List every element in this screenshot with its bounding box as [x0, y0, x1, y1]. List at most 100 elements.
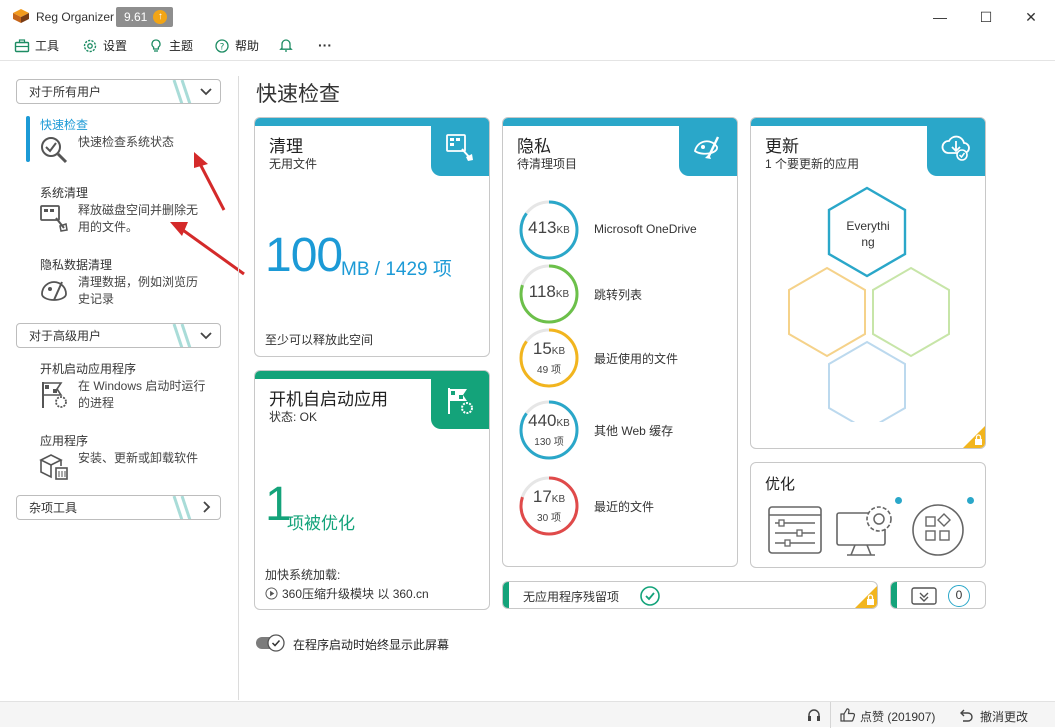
privacy-title: 隐私: [517, 137, 551, 156]
app-logo-icon: [13, 9, 29, 23]
privacy-item[interactable]: 413KB Microsoft OneDrive: [517, 198, 737, 262]
menu-theme[interactable]: 主题: [148, 37, 193, 54]
privacy-item-label: 跳转列表: [594, 288, 643, 302]
bell-icon: [279, 39, 293, 52]
cleanup-subtitle: 无用文件: [269, 157, 318, 171]
headset-icon[interactable]: [806, 707, 822, 723]
title-bar: Reg Organizer 9.61 ↑ — ☐ ✕: [0, 0, 1055, 34]
startup-card[interactable]: 开机自启动应用 状态: OK 1 项被优化 加快系统加载: 360压缩升级模块 …: [254, 370, 490, 610]
menu-theme-label: 主题: [169, 39, 194, 53]
sidebar-item-title: 快速检查: [40, 118, 89, 132]
privacy-item[interactable]: 440KB 130 项 其他 Web 缓存: [517, 398, 737, 462]
privacy-value-unit: KB: [556, 418, 570, 429]
startup-unit: 项被优化: [287, 514, 355, 533]
optimize-card[interactable]: 优化: [750, 462, 986, 568]
help-circle-icon: ?: [215, 38, 229, 53]
update-icon-box: [927, 118, 985, 176]
privacy-item-label: 最近的文件: [594, 500, 655, 514]
check-circle-icon: [640, 586, 660, 606]
update-title: 更新: [765, 137, 799, 156]
privacy-value-unit: KB: [551, 346, 566, 357]
privacy-item[interactable]: 17KB 30 项 最近的文件: [517, 474, 737, 538]
privacy-item-label: 最近使用的文件: [594, 352, 679, 366]
startup-footer-text: 360压缩升级模块 以 360.cn: [282, 587, 429, 601]
computer-gear-icon[interactable]: [835, 503, 899, 559]
lightbulb-icon: [151, 38, 161, 52]
privacy-value: 118KB: [517, 282, 581, 302]
sidebar-item-desc: 快速检查系统状态: [78, 135, 175, 149]
sidebar-divider: [238, 76, 239, 700]
more-menu-button[interactable]: ···: [318, 37, 332, 53]
group-advanced-users[interactable]: 对于高级用户: [16, 323, 221, 348]
privacy-item-count: 130 项: [534, 437, 564, 448]
menu-help-label: 帮助: [235, 39, 260, 53]
privacy-item[interactable]: 118KB 跳转列表: [517, 262, 737, 326]
group-all-users-label: 对于所有用户: [29, 85, 102, 99]
update-arrow-icon: ↑: [153, 10, 168, 24]
privacy-value-unit: KB: [555, 289, 570, 300]
privacy-value: 17KB: [517, 487, 581, 507]
cloud-download-icon: [941, 135, 970, 161]
maximize-button[interactable]: ☐: [975, 6, 997, 28]
menu-help[interactable]: ? 帮助: [214, 37, 259, 54]
show-on-startup-toggle[interactable]: [256, 634, 286, 652]
annotation-arrows: [170, 152, 245, 276]
sidebar-item-title: 开机启动应用程序: [40, 362, 137, 376]
menu-tools[interactable]: 工具: [14, 37, 59, 54]
menu-settings-label: 设置: [103, 39, 128, 53]
leftovers-label: 无应用程序残留项: [523, 590, 620, 604]
stripe-decoration: [172, 324, 192, 347]
menu-bar: 工具 设置 主题 ? 帮助 ···: [0, 34, 1055, 58]
privacy-value: 440KB: [517, 411, 581, 431]
cleanup-title: 清理: [269, 137, 303, 156]
close-button[interactable]: ✕: [1020, 6, 1042, 28]
undo-changes-text[interactable]: 撤消更改: [980, 708, 1028, 725]
broom-cleanup-icon: [40, 205, 68, 232]
undo-center-bar[interactable]: 0: [890, 581, 986, 609]
optimize-title: 优化: [765, 476, 796, 493]
sidebar-item-startup-apps[interactable]: 开机启动应用程序 在 Windows 启动时运行的进程: [26, 360, 226, 416]
group-misc-label: 杂项工具: [29, 501, 78, 515]
group-misc-tools[interactable]: 杂项工具: [16, 495, 221, 520]
privacy-value-unit: KB: [556, 225, 570, 236]
svg-text:?: ?: [220, 42, 225, 52]
version-badge[interactable]: 9.61 ↑: [116, 7, 174, 27]
lock-icon: [855, 586, 877, 608]
privacy-item-label: 其他 Web 缓存: [594, 424, 674, 438]
group-all-users[interactable]: 对于所有用户: [16, 79, 221, 104]
sidebar-item-applications[interactable]: 应用程序 安装、更新或卸载软件: [26, 432, 226, 482]
sidebar-item-desc: 在 Windows 启动时运行的进程: [78, 379, 206, 410]
cleanup-icon-box: [431, 118, 489, 176]
registry-settings-icon[interactable]: [767, 505, 823, 555]
status-divider: [830, 702, 831, 728]
privacy-item-label: Microsoft OneDrive: [594, 222, 697, 236]
update-subtitle: 1 个要更新的应用: [765, 157, 860, 171]
thumbs-up-icon[interactable]: [840, 707, 856, 723]
like-text[interactable]: 点赞 (201907): [860, 708, 935, 725]
notifications-button[interactable]: [278, 37, 294, 53]
notification-dot: [895, 497, 902, 504]
version-number: 9.61: [124, 10, 148, 24]
menu-settings[interactable]: 设置: [82, 37, 127, 54]
chevron-down-icon: [200, 88, 212, 96]
startup-footer-label: 加快系统加载:: [265, 568, 341, 582]
startup-footer-item: 360压缩升级模块 以 360.cn: [265, 585, 429, 602]
minimize-button[interactable]: —: [929, 6, 951, 28]
undo-arrow-icon[interactable]: [958, 707, 974, 723]
chevron-right-icon: [203, 501, 211, 513]
undo-count-badge: 0: [948, 585, 970, 607]
cleanup-card[interactable]: 清理 无用文件 100 MB / 1429 项 至少可以释放此空间: [254, 117, 490, 357]
apps-grid-icon[interactable]: [911, 503, 965, 557]
leftovers-bar[interactable]: 无应用程序残留项: [502, 581, 878, 609]
startup-flag-icon: [448, 388, 473, 414]
play-circle-icon: [265, 587, 278, 600]
toolbox-icon: [14, 38, 30, 52]
gear-icon: [83, 39, 97, 52]
cleanup-broom-icon: [446, 134, 473, 161]
privacy-value-number: 17: [532, 487, 552, 506]
privacy-card[interactable]: 隐私 待清理项目 413KB Microsoft OneDrive 118KB 跳转列…: [502, 117, 738, 567]
privacy-brush-icon: [694, 136, 720, 159]
privacy-item[interactable]: 15KB 49 项 最近使用的文件: [517, 326, 737, 390]
update-card[interactable]: 更新 1 个要更新的应用 Everything: [750, 117, 986, 449]
startup-icon-box: [431, 371, 489, 429]
